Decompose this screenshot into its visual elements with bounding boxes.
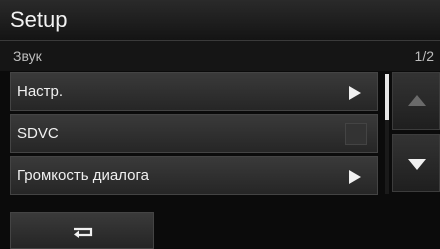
triangle-up-icon	[408, 95, 426, 106]
sdvc-checkbox[interactable]	[345, 123, 367, 145]
back-button[interactable]	[10, 212, 154, 249]
arrow-right-icon	[349, 86, 361, 100]
return-arrow-icon	[74, 227, 93, 238]
menu-item-label: Громкость диалога	[17, 167, 149, 184]
menu-item-label: Настр.	[17, 83, 64, 100]
setup-screen: Setup Звук 1/2 Настр. SDVC Громкость диа…	[0, 0, 440, 249]
arrow-right-icon	[349, 170, 361, 184]
menu-item-label: SDVC	[17, 125, 59, 142]
menu-item-settings[interactable]: Настр.	[10, 72, 378, 111]
menu-item-dialog-volume[interactable]: Громкость диалога	[10, 156, 378, 195]
section-header: Звук 1/2	[0, 41, 440, 71]
scrollbar[interactable]	[385, 74, 389, 194]
menu-item-sdvc[interactable]: SDVC	[10, 114, 378, 153]
section-title: Звук	[13, 48, 42, 64]
title-bar: Setup	[0, 0, 440, 41]
scroll-thumb[interactable]	[385, 74, 389, 120]
scroll-up-button[interactable]	[392, 72, 440, 130]
triangle-down-icon	[408, 159, 426, 170]
scroll-down-button[interactable]	[392, 134, 440, 192]
page-indicator: 1/2	[414, 48, 434, 64]
page-title: Setup	[10, 7, 68, 32]
